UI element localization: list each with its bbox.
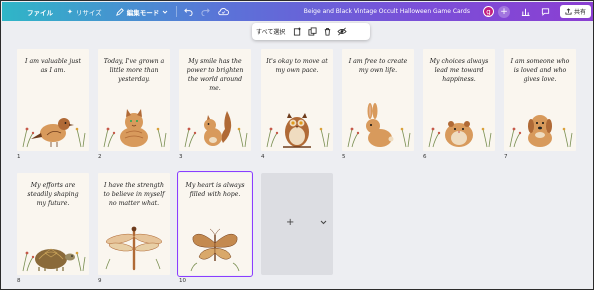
turtle-illustration xyxy=(22,248,86,272)
card-quote: I am valuable just as I am. xyxy=(25,58,81,74)
card-quote: It's okay to move at my own pace. xyxy=(266,58,328,74)
insights-button[interactable] xyxy=(519,5,533,19)
undo-button[interactable] xyxy=(180,2,197,21)
chevron-down-icon xyxy=(162,10,168,14)
card-quote: My choices always lead me toward happine… xyxy=(429,58,489,83)
card-quote: My efforts are steadily shaping my futur… xyxy=(27,182,79,207)
page-number: 5 xyxy=(342,154,346,160)
comments-button[interactable] xyxy=(539,5,553,19)
page-thumbnail[interactable]: I am valuable just as I am. xyxy=(17,49,89,151)
chevron-down-icon[interactable] xyxy=(320,219,327,225)
hide-page-icon[interactable] xyxy=(336,26,348,38)
file-menu[interactable]: ファイル xyxy=(22,2,58,21)
dog-illustration xyxy=(509,115,573,148)
page-thumbnail[interactable]: I am someone who is loved and who gives … xyxy=(504,49,576,151)
card-quote: Today, I've grown a little more than yes… xyxy=(103,58,165,83)
select-all-button[interactable]: すべて選択 xyxy=(256,27,285,36)
page-thumbnail[interactable]: My smile has the power to brighten the w… xyxy=(179,49,251,151)
cat-illustration xyxy=(103,109,167,148)
page-thumbnail[interactable]: Today, I've grown a little more than yes… xyxy=(98,49,170,151)
page-thumbnail[interactable]: My choices always lead me toward happine… xyxy=(423,49,495,151)
share-button[interactable]: 共有 xyxy=(559,5,591,18)
page-thumbnail[interactable]: I am free to create my own life. xyxy=(342,49,414,151)
selection-toolbar: すべて選択 xyxy=(252,23,370,40)
card-quote: My heart is always filled with hope. xyxy=(185,182,245,198)
card-quote: I am someone who is loved and who gives … xyxy=(510,58,570,83)
undo-icon xyxy=(184,8,193,16)
page-number: 10 xyxy=(179,278,186,284)
add-page-icon[interactable] xyxy=(291,26,303,38)
dragonfly-illustration xyxy=(105,226,162,271)
card-quote: I have the strength to believe in myself… xyxy=(103,182,165,207)
card-quote: My smile has the power to brighten the w… xyxy=(186,58,244,92)
page-number: 2 xyxy=(98,154,102,160)
upload-icon xyxy=(565,8,572,15)
top-toolbar: ファイル ✦ リサイズ 編集モード Beige and Black Vintag… xyxy=(2,2,593,21)
page-thumbnail[interactable]: My efforts are steadily shaping my futur… xyxy=(17,173,89,275)
page-thumbnail[interactable]: I have the strength to believe in myself… xyxy=(98,173,170,275)
page-number: 4 xyxy=(261,154,265,160)
page-number: 9 xyxy=(98,278,102,284)
resize-button[interactable]: ✦ リサイズ xyxy=(62,2,107,21)
owl-illustration xyxy=(266,113,330,148)
pencil-icon xyxy=(115,7,124,16)
bird-illustration xyxy=(22,118,86,148)
add-page-tile[interactable]: + xyxy=(261,173,333,275)
redo-icon xyxy=(201,8,210,16)
page-number: 3 xyxy=(179,154,183,160)
trash-icon[interactable] xyxy=(321,26,333,38)
comment-icon xyxy=(542,8,550,16)
bar-chart-icon xyxy=(522,8,531,16)
resize-icon: ✦ xyxy=(67,7,73,16)
cloud-check-icon xyxy=(218,8,230,16)
plus-icon: + xyxy=(500,6,508,17)
page-number: 8 xyxy=(17,278,21,284)
share-label: 共有 xyxy=(573,9,586,16)
page-thumbnail[interactable]: It's okay to move at my own pace. xyxy=(261,49,333,151)
redo-button[interactable] xyxy=(197,2,214,21)
toolbar-divider xyxy=(176,6,178,17)
butterfly-illustration xyxy=(190,228,240,272)
page-number: 1 xyxy=(17,154,21,160)
edit-mode-label: 編集モード xyxy=(126,8,160,17)
duplicate-icon[interactable] xyxy=(306,26,318,38)
document-title[interactable]: Beige and Black Vintage Occult Halloween… xyxy=(299,2,475,21)
rabbit-illustration xyxy=(347,103,411,148)
card-quote: I am free to create my own life. xyxy=(348,58,408,74)
page-number: 7 xyxy=(504,154,508,160)
page-thumbnail[interactable]: My heart is always filled with hope. xyxy=(177,171,253,277)
add-collaborator-button[interactable]: + xyxy=(497,5,510,18)
editor-window: ファイル ✦ リサイズ 編集モード Beige and Black Vintag… xyxy=(0,0,594,290)
hamster-illustration xyxy=(428,121,492,148)
squirrel-illustration xyxy=(184,111,248,148)
cloud-save-button[interactable] xyxy=(214,2,233,21)
plus-icon: + xyxy=(286,217,295,228)
avatar[interactable]: g xyxy=(482,6,494,17)
edit-mode-dropdown[interactable]: 編集モード xyxy=(111,2,174,21)
page-number: 6 xyxy=(423,154,427,160)
resize-label: リサイズ xyxy=(75,8,102,17)
